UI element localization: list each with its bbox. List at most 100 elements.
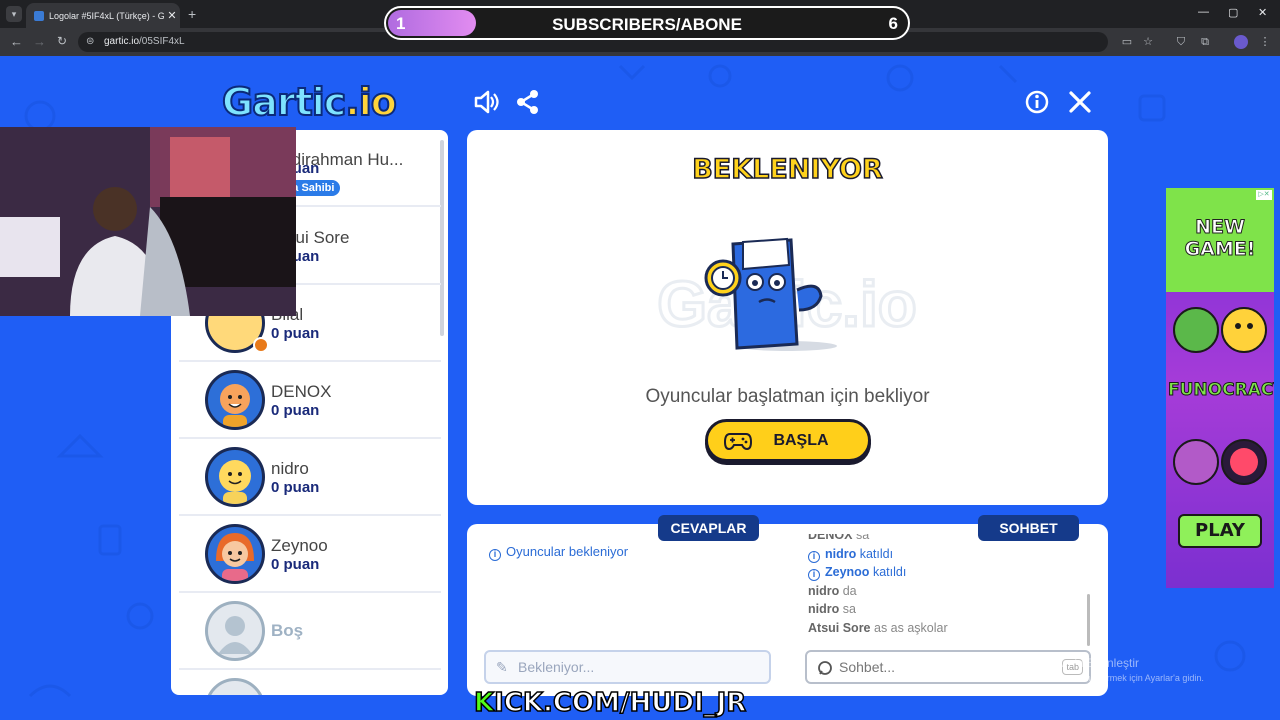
new-tab-button[interactable]: + bbox=[188, 6, 196, 22]
chat-user: nidro bbox=[808, 583, 840, 598]
player-row-empty bbox=[179, 670, 441, 695]
subscriber-label: SUBSCRIBERS/ABONE bbox=[552, 15, 742, 34]
subscriber-goal: 6 bbox=[888, 14, 898, 33]
chat-log: DENOX sa i nidro katıldı i Zeynoo katıldı … bbox=[808, 534, 1088, 652]
close-game-icon[interactable] bbox=[1066, 88, 1094, 116]
chat-text: da bbox=[842, 583, 857, 598]
kick-k: K bbox=[473, 687, 495, 719]
reload-icon[interactable]: ↻ bbox=[57, 34, 67, 48]
empty-slot-label: Boş bbox=[271, 621, 304, 640]
minimize-button[interactable]: — bbox=[1198, 6, 1209, 18]
chat-text: katıldı bbox=[859, 546, 894, 561]
player-avatar bbox=[205, 447, 265, 507]
url-host: gartic.io bbox=[104, 36, 140, 47]
profile-avatar-icon[interactable] bbox=[1234, 35, 1248, 49]
pencil-icon: ✎ bbox=[496, 659, 508, 675]
chat-system-message: i nidro katıldı bbox=[808, 547, 1088, 566]
subscriber-goal-bar: 1 SUBSCRIBERS/ABONE 6 bbox=[384, 6, 910, 40]
tab-title: Logolar #5IF4xL (Türkçe) - Gartic.io bbox=[49, 10, 164, 21]
close-window-button[interactable]: ✕ bbox=[1258, 6, 1267, 19]
player-avatar bbox=[205, 370, 265, 430]
player-row: Zeynoo 0 puan bbox=[179, 516, 441, 593]
player-name: Zeynoo bbox=[271, 536, 328, 555]
sound-icon[interactable] bbox=[472, 88, 500, 116]
menu-kebab-icon[interactable]: ⋮ bbox=[1258, 35, 1272, 49]
share-icon[interactable] bbox=[514, 88, 542, 116]
chat-text: as as aşkolar bbox=[874, 620, 948, 635]
player-name: DENOX bbox=[271, 382, 332, 401]
chat-message: DENOX sa bbox=[808, 534, 1088, 547]
answers-message-text: Oyuncular bekleniyor bbox=[506, 544, 629, 559]
chat-user: nidro bbox=[808, 602, 840, 616]
game-status-card: BEKLENIYOR Gartic.io Oyuncular başlatman… bbox=[467, 130, 1108, 505]
ad-brand: FUNOCRACY bbox=[1168, 380, 1275, 401]
start-button-label: BAŞLA bbox=[773, 431, 829, 449]
tab-answers[interactable]: CEVAPLAR bbox=[658, 515, 759, 541]
maximize-button[interactable]: ▢ bbox=[1228, 6, 1238, 19]
chat-message: nidro da bbox=[808, 584, 1088, 603]
player-name: nidro bbox=[271, 459, 309, 478]
tab-search-dropdown[interactable]: ▾ bbox=[6, 6, 22, 22]
answer-input[interactable]: ✎ Bekleniyor... bbox=[484, 650, 771, 684]
chat-input-placeholder: Sohbet... bbox=[839, 659, 896, 675]
chat-text: katıldı bbox=[872, 565, 907, 579]
forward-arrow-icon[interactable]: → bbox=[33, 34, 46, 49]
extensions-puzzle-icon[interactable]: ⧉ bbox=[1198, 35, 1212, 49]
chat-text: sa bbox=[855, 534, 870, 542]
logo-io: .io bbox=[344, 79, 398, 125]
info-circle-icon: i bbox=[808, 550, 820, 563]
gartic-logo: Gartic.io bbox=[221, 79, 398, 125]
back-arrow-icon[interactable]: ← bbox=[10, 34, 23, 49]
player-score: 0 puan bbox=[271, 402, 320, 419]
chat-user: Zeynoo bbox=[825, 565, 870, 579]
shield-extension-icon[interactable]: ⛉ bbox=[1174, 35, 1188, 49]
start-game-button[interactable]: BAŞLA bbox=[705, 419, 871, 462]
gartic-favicon-icon bbox=[34, 10, 44, 21]
ad-play-button[interactable]: PLAY bbox=[1178, 514, 1262, 548]
answers-message: i Oyuncular bekleniyor bbox=[489, 544, 628, 561]
player-avatar bbox=[205, 524, 265, 584]
chat-text: sa bbox=[842, 602, 856, 616]
ad-characters-illustration bbox=[1173, 307, 1267, 353]
chat-message: Atsui Sore as as aşkolar bbox=[808, 621, 1088, 640]
answer-input-placeholder: Bekleniyor... bbox=[518, 659, 595, 675]
empty-slot-avatar bbox=[205, 601, 265, 661]
status-title: BEKLENIYOR bbox=[691, 153, 883, 186]
windows-activation-subtitle: Windows'u etkinleştirmek için Ayarlar'a … bbox=[1026, 673, 1204, 683]
logo-text: Gartic bbox=[221, 79, 347, 125]
url-path: /05SIF4xL bbox=[139, 36, 185, 47]
answers-chat-panel: CEVAPLAR SOHBET i Oyuncular bekleniyor DE… bbox=[467, 515, 1108, 696]
chat-user: DENOX bbox=[808, 534, 853, 542]
webcam-overlay bbox=[0, 127, 296, 316]
player-row: DENOX 0 puan bbox=[179, 362, 441, 439]
chat-system-message: i Zeynoo katıldı bbox=[808, 565, 1088, 584]
kick-rest: ICK.COM/HUDI_JR bbox=[493, 687, 747, 719]
advertisement-banner[interactable]: NEW GAME! FUNOCRACY PLAY bbox=[1166, 188, 1274, 588]
info-circle-icon: i bbox=[489, 549, 501, 561]
tab-close-icon[interactable]: ✕ bbox=[164, 9, 180, 22]
chat-scrollbar[interactable] bbox=[1087, 594, 1090, 646]
chat-user: nidro bbox=[825, 546, 857, 561]
chat-bubble-icon bbox=[818, 661, 832, 675]
cast-icon[interactable]: ▭ bbox=[1120, 35, 1134, 49]
bookmark-star-icon[interactable]: ☆ bbox=[1141, 35, 1155, 49]
player-score: 0 puan bbox=[271, 325, 320, 342]
player-row: nidro 0 puan bbox=[179, 439, 441, 516]
ad-choices-icon[interactable]: ▷✕ bbox=[1256, 190, 1272, 200]
empty-slot-avatar bbox=[205, 678, 265, 695]
info-icon[interactable] bbox=[1023, 88, 1051, 116]
status-message: Oyuncular başlatman için bekliyor bbox=[645, 386, 930, 407]
player-score: 0 puan bbox=[271, 556, 320, 573]
windows-activation-title: Windows'u Etkinleştir bbox=[1026, 656, 1139, 670]
player-row-empty: Boş bbox=[179, 593, 441, 670]
browser-tab[interactable]: Logolar #5IF4xL (Türkçe) - Gartic.io ✕ bbox=[26, 3, 180, 28]
site-info-icon[interactable]: ⊜ bbox=[86, 32, 94, 52]
player-score: 0 puan bbox=[271, 479, 320, 496]
info-circle-icon: i bbox=[808, 569, 820, 581]
player-status-dot bbox=[253, 337, 269, 353]
gamepad-icon bbox=[724, 433, 752, 450]
ad-faces-illustration bbox=[1173, 439, 1267, 485]
kick-channel-overlay: KICK.COM/HUDI_JR bbox=[473, 687, 747, 719]
chat-message: nidro sa bbox=[808, 602, 1088, 621]
chat-user: Atsui Sore bbox=[808, 620, 871, 635]
